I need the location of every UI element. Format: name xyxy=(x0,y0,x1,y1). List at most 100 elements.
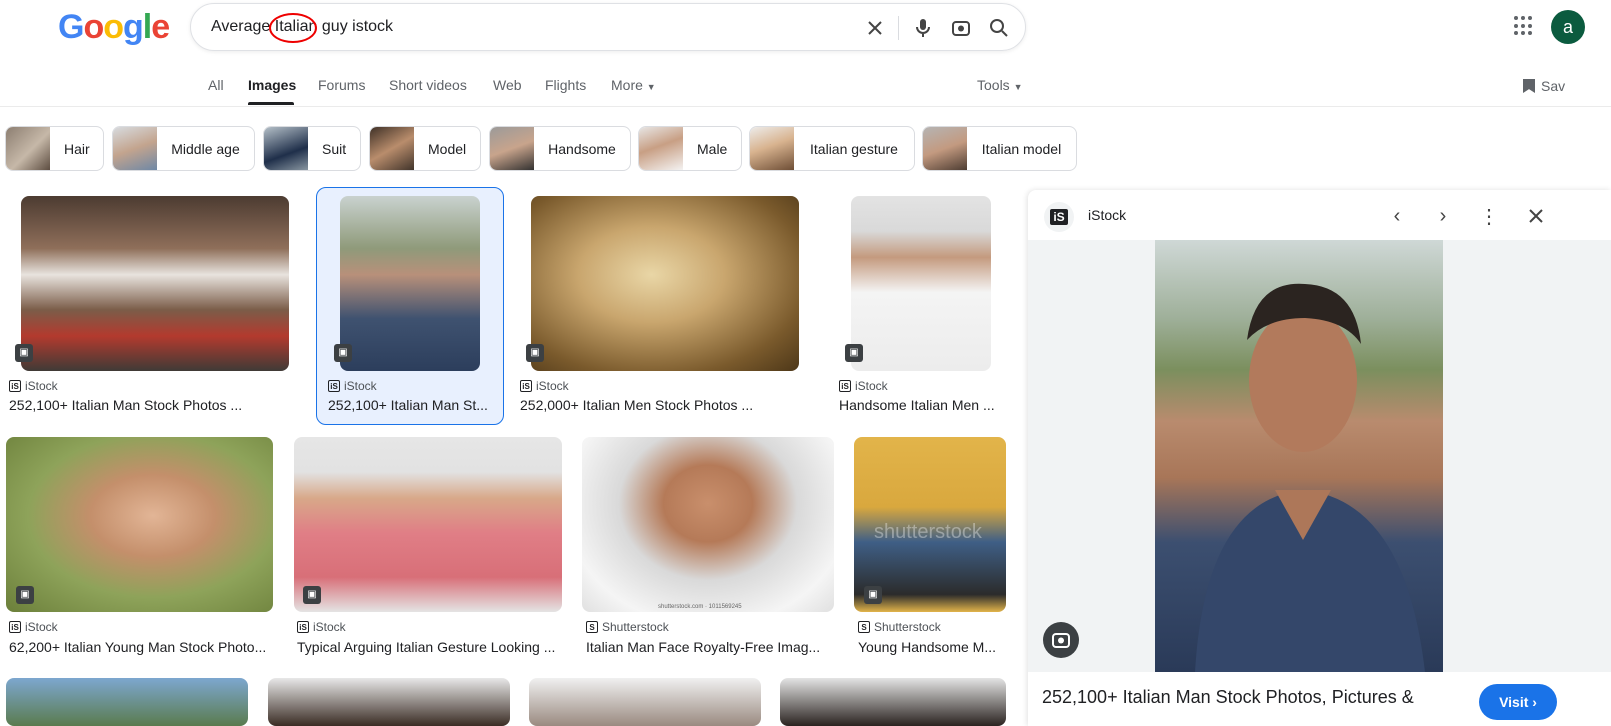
image-icon: ▣ xyxy=(16,586,34,604)
chip-italian-model[interactable]: Italian model xyxy=(922,126,1077,171)
result-source: iS iStock xyxy=(9,620,58,634)
tab-images[interactable]: Images xyxy=(248,77,296,93)
result-title[interactable]: 252,000+ Italian Men Stock Photos ... xyxy=(520,397,800,413)
istock-favicon-icon: iS xyxy=(520,380,532,392)
search-icon[interactable] xyxy=(987,16,1011,40)
istock-favicon-icon: iS xyxy=(297,621,309,633)
chip-model[interactable]: Model xyxy=(369,126,481,171)
source-name: iStock xyxy=(25,379,58,393)
tab-flights[interactable]: Flights xyxy=(545,77,586,93)
more-options-icon[interactable]: ⋮ xyxy=(1475,202,1503,230)
result-title[interactable]: Typical Arguing Italian Gesture Looking … xyxy=(297,639,562,655)
image-result-10[interactable] xyxy=(268,678,510,726)
image-icon: ▣ xyxy=(334,344,352,362)
source-name: iStock xyxy=(344,379,377,393)
result-source: iS iStock xyxy=(297,620,346,634)
image-icon: ▣ xyxy=(845,344,863,362)
red-annotation-circle xyxy=(269,13,317,43)
tools-button[interactable]: Tools ▼ xyxy=(977,77,1023,93)
caret-down-icon: ▼ xyxy=(1013,82,1023,92)
visit-button[interactable]: Visit › xyxy=(1479,684,1557,720)
result-image xyxy=(294,437,562,612)
image-icon: ▣ xyxy=(15,344,33,362)
result-image xyxy=(21,196,289,371)
chip-handsome[interactable]: Handsome xyxy=(489,126,631,171)
istock-favicon-icon: iS xyxy=(839,380,851,392)
result-title[interactable]: 252,100+ Italian Man St... xyxy=(328,397,498,413)
header-divider xyxy=(0,106,1611,107)
caret-down-icon: ▼ xyxy=(646,82,656,92)
search-box[interactable]: Average Italian guy istock xyxy=(190,3,1026,51)
image-result-12[interactable] xyxy=(780,678,1006,726)
tab-more[interactable]: More ▼ xyxy=(611,77,656,93)
bookmark-icon xyxy=(1523,79,1535,93)
lens-search-icon[interactable] xyxy=(1043,622,1079,658)
chip-thumbnail xyxy=(750,127,794,170)
image-icon: ▣ xyxy=(864,586,882,604)
istock-favicon-icon: iS xyxy=(1044,202,1074,232)
preview-image[interactable] xyxy=(1155,240,1443,672)
result-title[interactable]: Young Handsome M... xyxy=(858,639,1003,655)
tab-all[interactable]: All xyxy=(208,77,224,93)
chip-thumbnail xyxy=(370,127,414,170)
saved-button[interactable]: Sav xyxy=(1523,78,1565,94)
chip-italian-gesture[interactable]: Italian gesture xyxy=(749,126,915,171)
istock-favicon-icon: iS xyxy=(9,621,21,633)
tab-short-videos[interactable]: Short videos xyxy=(389,77,467,93)
source-name: Shutterstock xyxy=(602,620,669,634)
chip-male[interactable]: Male xyxy=(638,126,742,171)
result-source: iS iStock xyxy=(520,379,569,393)
result-title[interactable]: Italian Man Face Royalty-Free Imag... xyxy=(586,639,831,655)
image-result-9[interactable] xyxy=(6,678,248,726)
chip-label: Middle age xyxy=(171,140,240,157)
result-source: S Shutterstock xyxy=(858,620,941,634)
panel-source-name[interactable]: iStock xyxy=(1088,207,1126,223)
watermark: shutterstock xyxy=(874,521,982,543)
next-arrow-icon[interactable]: › xyxy=(1429,202,1457,230)
shutterstock-favicon-icon: S xyxy=(858,621,870,633)
chip-label: Italian model xyxy=(981,140,1062,157)
source-name: Shutterstock xyxy=(874,620,941,634)
source-name: iStock xyxy=(313,620,346,634)
image-icon: ▣ xyxy=(526,344,544,362)
tab-web[interactable]: Web xyxy=(493,77,522,93)
chip-hair[interactable]: Hair xyxy=(5,126,104,171)
image-result-11[interactable] xyxy=(529,678,761,726)
tab-more-label: More xyxy=(611,77,643,93)
result-source: iS iStock xyxy=(328,379,377,393)
result-image: shutterstock.com · 1011569245 xyxy=(582,437,834,612)
chip-label: Model xyxy=(428,140,467,157)
source-name: iStock xyxy=(536,379,569,393)
google-logo[interactable]: Google xyxy=(58,8,170,47)
chip-label: Handsome xyxy=(548,140,616,157)
chip-thumbnail xyxy=(113,127,157,170)
result-title[interactable]: 252,100+ Italian Man Stock Photos ... xyxy=(9,397,289,413)
mic-icon[interactable] xyxy=(911,16,935,40)
close-icon[interactable] xyxy=(1522,202,1550,230)
chip-suit[interactable]: Suit xyxy=(263,126,361,171)
avatar[interactable]: a xyxy=(1551,10,1585,44)
panel-title[interactable]: 252,100+ Italian Man Stock Photos, Pictu… xyxy=(1042,687,1414,708)
close-icon[interactable] xyxy=(863,16,887,40)
chip-thumbnail xyxy=(639,127,683,170)
source-name: iStock xyxy=(25,620,58,634)
result-source: iS iStock xyxy=(839,379,888,393)
image-icon: ▣ xyxy=(303,586,321,604)
tab-forums[interactable]: Forums xyxy=(318,77,365,93)
chip-thumbnail xyxy=(264,127,308,170)
chip-label: Male xyxy=(697,140,728,157)
camera-lens-icon[interactable] xyxy=(949,16,973,40)
watermark-id: shutterstock.com · 1011569245 xyxy=(658,604,742,610)
tools-label: Tools xyxy=(977,77,1010,93)
apps-grid-icon[interactable] xyxy=(1514,16,1534,36)
chip-thumbnail xyxy=(490,127,534,170)
result-title[interactable]: Handsome Italian Men ... xyxy=(839,397,1004,413)
result-title[interactable]: 62,200+ Italian Young Man Stock Photo... xyxy=(9,639,274,655)
chip-middle-age[interactable]: Middle age xyxy=(112,126,255,171)
result-image xyxy=(6,437,273,612)
result-source: iS iStock xyxy=(9,379,58,393)
preview-figure xyxy=(1195,283,1425,672)
chip-label: Italian gesture xyxy=(810,140,898,157)
previous-arrow-icon[interactable]: ‹ xyxy=(1383,202,1411,230)
istock-favicon-icon: iS xyxy=(9,380,21,392)
